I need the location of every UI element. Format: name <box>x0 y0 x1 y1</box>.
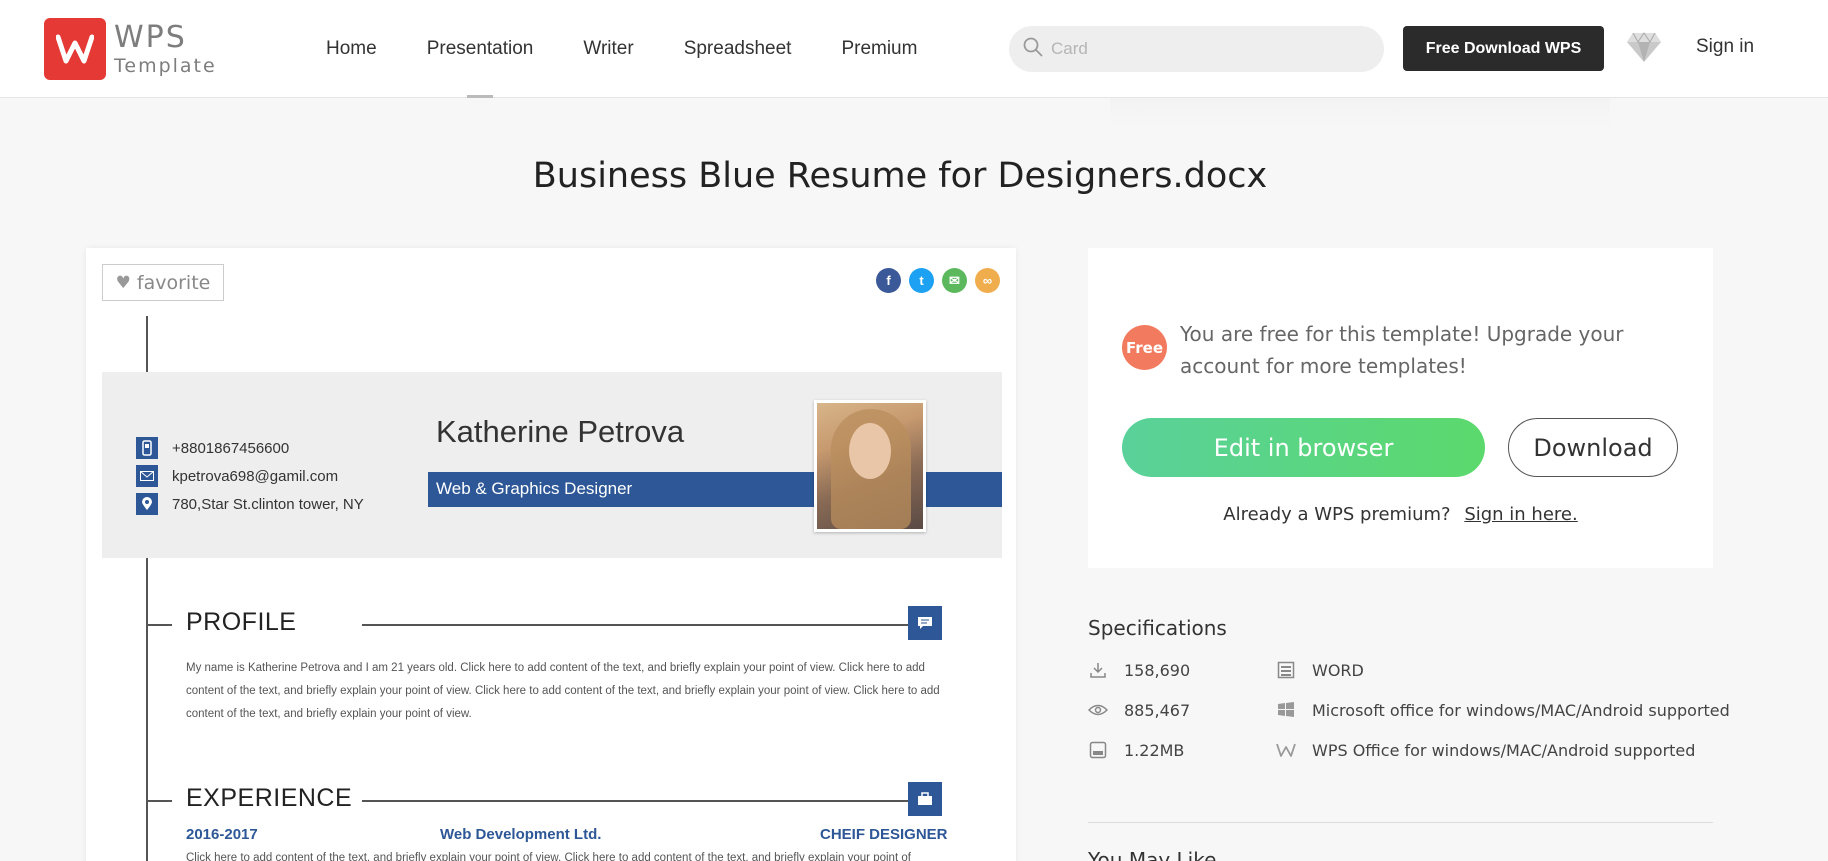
address-text: 780,Star St.clinton tower, NY <box>172 495 364 513</box>
spec-ms-support: Microsoft office for windows/MAC/Android… <box>1276 700 1730 720</box>
search-input[interactable] <box>1051 39 1351 59</box>
contact-email: kpetrova698@gamil.com <box>136 465 338 487</box>
twitter-glyph: t <box>919 273 924 288</box>
resume-name: Katherine Petrova <box>436 414 685 449</box>
contact-phone: +8801867456600 <box>136 437 289 459</box>
download-button[interactable]: Download <box>1508 418 1678 477</box>
facebook-glyph: f <box>886 273 891 288</box>
profile-rule <box>362 624 908 626</box>
resume-role: Web & Graphics Designer <box>436 479 633 498</box>
section-divider <box>1088 822 1713 823</box>
phone-icon <box>136 437 158 459</box>
exp-paragraph: Click here to add content of the text, a… <box>186 852 911 861</box>
search-icon <box>1023 37 1043 62</box>
top-header: WPS Template Home Presentation Writer Sp… <box>0 0 1828 98</box>
exp-position: CHEIF DESIGNER <box>820 826 948 843</box>
spec-downloads: 158,690 <box>1088 660 1190 680</box>
premium-prompt-text: Already a WPS premium? <box>1223 504 1451 525</box>
views-value: 885,467 <box>1124 700 1191 720</box>
eye-icon <box>1088 700 1108 720</box>
briefcase-icon <box>908 782 942 816</box>
document-format-icon <box>1276 660 1296 680</box>
phone-text: +8801867456600 <box>172 439 290 457</box>
page-title: Business Blue Resume for Designers.docx <box>532 156 1268 196</box>
nav-presentation[interactable]: Presentation <box>427 0 533 98</box>
file-size-icon <box>1088 740 1108 760</box>
nav-spreadsheet[interactable]: Spreadsheet <box>684 0 792 98</box>
spec-views: 885,467 <box>1088 700 1190 720</box>
email-glyph: ✉ <box>949 272 960 288</box>
nav-writer[interactable]: Writer <box>583 0 633 98</box>
main-nav: Home Presentation Writer Spreadsheet Pre… <box>326 0 967 98</box>
email-text: kpetrova698@gamil.com <box>172 467 339 485</box>
wps-logo[interactable]: WPS Template <box>44 18 217 80</box>
nav-premium[interactable]: Premium <box>841 0 917 98</box>
chat-bubble-icon <box>908 606 942 640</box>
template-preview: ♥ favorite f t ✉ ∞ +8801867456600 kpetro… <box>86 248 1016 861</box>
favorite-label: favorite <box>136 271 211 294</box>
profile-heading: PROFILE <box>186 608 297 636</box>
nav-home[interactable]: Home <box>326 0 377 98</box>
search-dropdown-shadow <box>1110 98 1610 128</box>
wps-logo-mark-icon <box>44 18 106 80</box>
location-pin-icon <box>136 493 158 515</box>
download-count-icon <box>1088 660 1108 680</box>
experience-heading: EXPERIENCE <box>186 784 353 812</box>
premium-prompt: Already a WPS premium? Sign in here. <box>1088 504 1713 525</box>
experience-rule <box>362 800 908 802</box>
wps-office-icon <box>1276 740 1296 760</box>
free-badge: Free <box>1122 325 1167 370</box>
spec-wps-support: WPS Office for windows/MAC/Android suppo… <box>1276 740 1695 760</box>
you-may-like-heading: You May Like <box>1088 848 1217 861</box>
twitter-share-icon[interactable]: t <box>909 268 934 293</box>
experience-tick <box>146 800 172 802</box>
profile-paragraph: My name is Katherine Petrova and I am 21… <box>186 662 940 720</box>
diamond-premium-icon[interactable] <box>1626 31 1662 68</box>
profile-photo <box>814 400 926 532</box>
ms-support-text: Microsoft office for windows/MAC/Android… <box>1312 700 1730 720</box>
downloads-value: 158,690 <box>1124 660 1191 680</box>
sign-in-here-link[interactable]: Sign in here. <box>1464 504 1577 525</box>
wps-support-text: WPS Office for windows/MAC/Android suppo… <box>1312 740 1696 760</box>
logo-subtitle: Template <box>114 54 217 77</box>
download-panel: Free You are free for this template! Upg… <box>1088 248 1713 568</box>
exp-company: Web Development Ltd. <box>440 826 602 843</box>
edit-in-browser-button[interactable]: Edit in browser <box>1122 418 1485 477</box>
email-share-icon[interactable]: ✉ <box>942 268 967 293</box>
logo-wordmark: WPS <box>114 19 187 55</box>
spec-size: 1.22MB <box>1088 740 1184 760</box>
profile-tick <box>146 624 172 626</box>
spec-format: WORD <box>1276 660 1364 680</box>
free-message: You are free for this template! Upgrade … <box>1180 322 1624 378</box>
logo-text: WPS Template <box>114 19 217 77</box>
favorite-button[interactable]: ♥ favorite <box>102 264 224 301</box>
link-glyph: ∞ <box>982 273 993 288</box>
free-download-button[interactable]: Free Download WPS <box>1403 26 1604 71</box>
heart-icon: ♥ <box>115 272 131 293</box>
link-share-icon[interactable]: ∞ <box>975 268 1000 293</box>
size-value: 1.22MB <box>1124 740 1185 760</box>
windows-icon <box>1276 700 1296 720</box>
search-box[interactable] <box>1009 26 1384 72</box>
exp-years: 2016-2017 <box>186 826 258 843</box>
format-value: WORD <box>1312 660 1364 680</box>
specifications-heading: Specifications <box>1088 616 1227 640</box>
sign-in-link[interactable]: Sign in <box>1696 36 1754 58</box>
resume-document: +8801867456600 kpetrova698@gamil.com 780… <box>102 316 1002 861</box>
mail-icon <box>136 465 158 487</box>
contact-address: 780,Star St.clinton tower, NY <box>136 493 364 515</box>
facebook-share-icon[interactable]: f <box>876 268 901 293</box>
